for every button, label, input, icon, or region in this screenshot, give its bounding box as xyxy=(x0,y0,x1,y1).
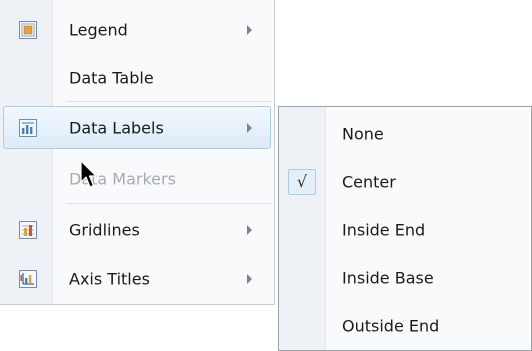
submenu-item-label: Inside End xyxy=(342,220,426,240)
menu-divider xyxy=(66,101,272,102)
menu-item-label: Data Labels xyxy=(69,118,164,137)
menu-divider xyxy=(66,203,272,204)
submenu-item-outside-end[interactable]: Outside End xyxy=(281,303,529,349)
legend-icon xyxy=(19,20,37,39)
submenu-item-none[interactable]: None xyxy=(281,111,529,157)
menu-item-label: Legend xyxy=(69,20,128,39)
menu-item-data-labels[interactable]: Data Labels xyxy=(3,106,271,149)
menu-item-label: Gridlines xyxy=(69,220,140,239)
submenu-item-inside-base[interactable]: Inside Base xyxy=(281,255,529,301)
submenu-item-label: Center xyxy=(342,172,396,192)
submenu-item-center[interactable]: √ Center xyxy=(281,159,529,205)
submenu-arrow-icon xyxy=(247,273,252,284)
menu-item-data-markers: Data Markers xyxy=(3,157,271,200)
menu-item-axis-titles[interactable]: Axis Titles xyxy=(3,257,271,300)
axis-titles-icon xyxy=(19,269,37,288)
data-labels-icon xyxy=(19,118,37,137)
submenu-item-label: None xyxy=(342,124,384,144)
mouse-cursor-icon xyxy=(80,160,100,190)
chart-elements-menu: Legend Data Table Data Labels Data Marke… xyxy=(0,0,275,305)
submenu-arrow-icon xyxy=(247,122,252,133)
menu-item-legend[interactable]: Legend xyxy=(3,8,271,51)
submenu-arrow-icon xyxy=(247,224,252,235)
submenu-item-inside-end[interactable]: Inside End xyxy=(281,207,529,253)
menu-item-label: Axis Titles xyxy=(69,269,150,288)
checkmark-icon: √ xyxy=(288,169,316,195)
submenu-item-label: Inside Base xyxy=(342,268,434,288)
data-labels-submenu: None √ Center Inside End Inside Base Out… xyxy=(278,106,532,351)
menu-item-gridlines[interactable]: Gridlines xyxy=(3,208,271,251)
menu-item-data-table[interactable]: Data Table xyxy=(3,56,271,99)
submenu-item-label: Outside End xyxy=(342,316,440,336)
gridlines-icon xyxy=(19,220,37,239)
submenu-arrow-icon xyxy=(247,24,252,35)
menu-item-label: Data Table xyxy=(69,68,154,87)
